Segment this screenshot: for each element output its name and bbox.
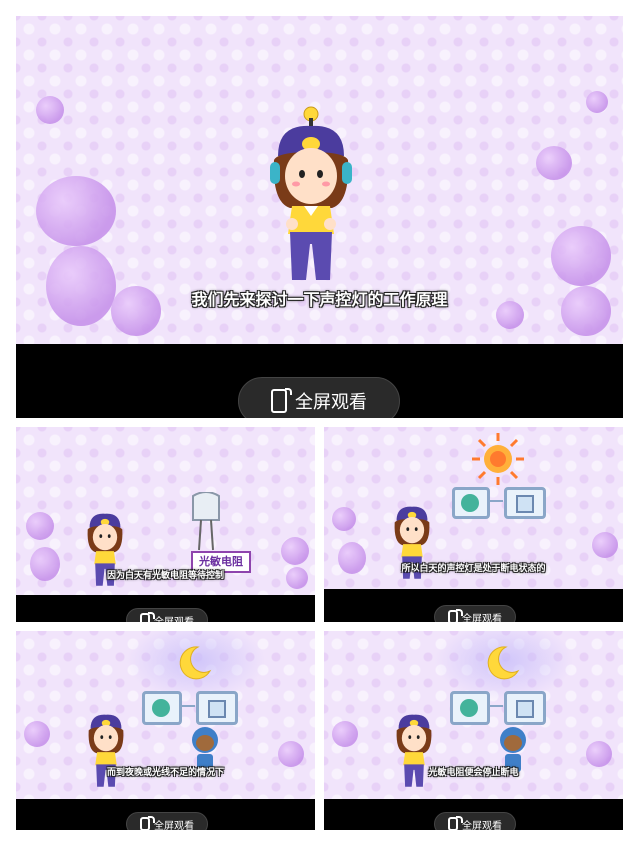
decor-bubble [332, 721, 358, 747]
switch-card [196, 691, 238, 725]
decor-bubble [26, 512, 54, 540]
decor-bubble [536, 146, 572, 180]
video-frame: 光敏电阻 因为白天有光敏电阻等待控制 [16, 427, 315, 595]
moon-icon [487, 646, 520, 680]
sun-icon [472, 433, 524, 485]
sensor-card [450, 691, 490, 725]
fullscreen-label: 全屏观看 [295, 392, 367, 413]
moon-icon [179, 646, 212, 680]
video-frame: 而到夜晚或光线不足的情况下 [16, 631, 315, 799]
video-subtitle: 因为白天有光敏电阻等待控制 [106, 571, 224, 581]
decor-bubble [36, 176, 116, 246]
fullscreen-phone-icon [271, 388, 292, 413]
video-subtitle: 所以白天的声控灯是处于断电状态的 [401, 564, 546, 574]
switch-card [504, 487, 546, 519]
video-player-main[interactable]: 我们先来探讨一下声控灯的工作原理 全屏观看 [16, 16, 623, 418]
video-thumbnail-4[interactable]: 光敏电阻便会停止断电 全屏观看 [324, 631, 623, 830]
cartoon-girl [270, 106, 352, 280]
fullscreen-button[interactable]: 全屏观看 [434, 605, 516, 622]
decor-bubble [551, 226, 611, 286]
video-thumbnail-1[interactable]: 光敏电阻 因为白天有光敏电阻等待控制 全屏观看 [16, 427, 315, 622]
fullscreen-label: 全屏观看 [462, 613, 502, 623]
video-frame: 我们先来探讨一下声控灯的工作原理 [16, 16, 623, 344]
video-thumbnail-2[interactable]: 所以白天的声控灯是处于断电状态的 全屏观看 [324, 427, 623, 622]
decor-bubble [592, 532, 618, 558]
fullscreen-button[interactable]: 全屏观看 [126, 812, 208, 830]
video-frame: 所以白天的声控灯是处于断电状态的 [324, 427, 623, 589]
sensor-card [452, 487, 490, 519]
video-subtitle: 光敏电阻便会停止断电 [428, 768, 519, 778]
video-thumbnail-3[interactable]: 而到夜晚或光线不足的情况下 全屏观看 [16, 631, 315, 830]
decor-bubble [281, 537, 309, 565]
decor-bubble [24, 721, 50, 747]
decor-bubble [36, 96, 64, 124]
decor-bubble [278, 741, 304, 767]
fullscreen-phone-icon [448, 609, 463, 622]
fullscreen-phone-icon [140, 612, 155, 622]
video-subtitle: 而到夜晚或光线不足的情况下 [106, 768, 224, 778]
fullscreen-button[interactable]: 全屏观看 [434, 812, 516, 830]
fullscreen-label: 全屏观看 [154, 616, 194, 623]
fullscreen-button[interactable]: 全屏观看 [238, 377, 400, 418]
sensor-card [142, 691, 182, 725]
fullscreen-label: 全屏观看 [462, 820, 502, 831]
decor-bubble [332, 507, 356, 531]
fullscreen-button[interactable]: 全屏观看 [126, 608, 208, 622]
connector-line [179, 705, 195, 707]
video-subtitle: 我们先来探讨一下声控灯的工作原理 [191, 290, 448, 309]
switch-card [504, 691, 546, 725]
connector-line [487, 705, 503, 707]
decor-bubble [586, 91, 608, 113]
connector-line [487, 500, 503, 502]
fullscreen-label: 全屏观看 [154, 820, 194, 831]
fullscreen-phone-icon [448, 816, 463, 830]
video-frame: 光敏电阻便会停止断电 [324, 631, 623, 799]
photoresistor-icon [192, 492, 220, 551]
decor-bubble [586, 741, 612, 767]
fullscreen-phone-icon [140, 816, 155, 830]
